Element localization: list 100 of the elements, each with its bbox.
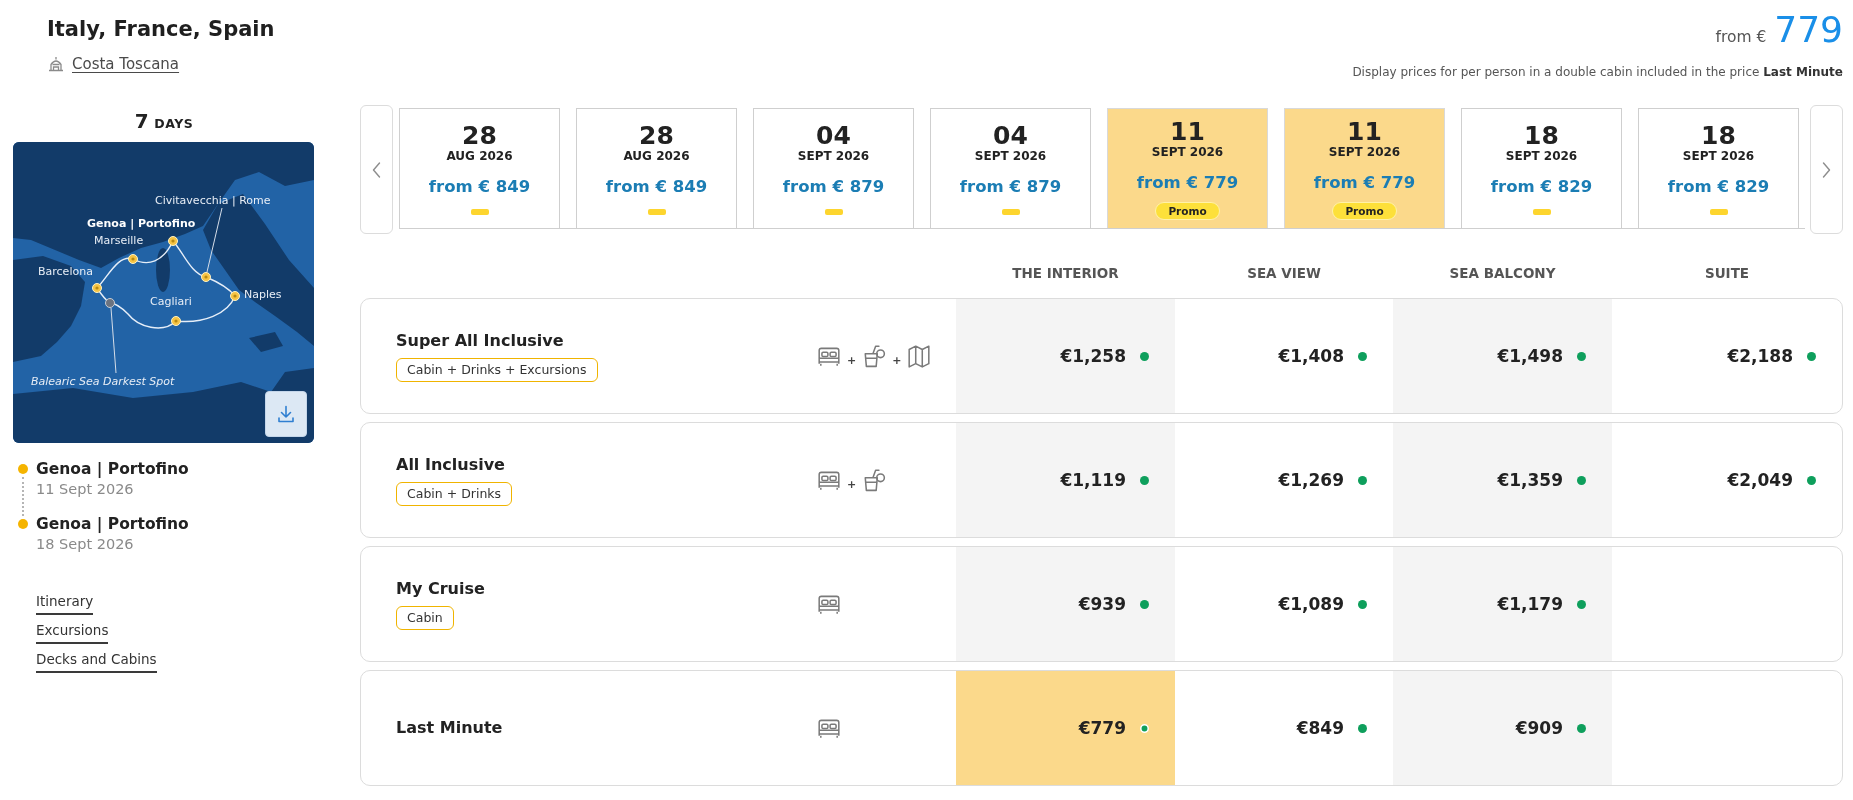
date-card[interactable]: 18 SEPT 2026 from € 829 <box>1461 108 1622 228</box>
stop-dot-icon <box>18 519 28 529</box>
date-card[interactable]: 28 AUG 2026 from € 849 <box>576 108 737 228</box>
inclusion-tag: Cabin <box>396 606 454 630</box>
plus-label: + <box>847 353 857 367</box>
promo-badge: Promo <box>1155 202 1220 220</box>
date-month: SEPT 2026 <box>974 149 1047 163</box>
price-cell[interactable]: €1,498 <box>1393 299 1612 413</box>
date-month: SEPT 2026 <box>797 149 870 163</box>
date-month: AUG 2026 <box>446 149 513 163</box>
date-month: AUG 2026 <box>623 149 690 163</box>
bed-icon <box>817 593 841 615</box>
date-day: 18 <box>1524 123 1559 149</box>
promo-badge: Promo <box>1332 202 1397 220</box>
date-price: from € 879 <box>959 177 1062 197</box>
ship-icon <box>48 56 64 72</box>
dash-icon <box>1001 209 1020 215</box>
bed-icon <box>817 345 841 367</box>
port-name: Genoa | Portofino <box>36 459 189 479</box>
column-header: SUITE <box>1704 265 1750 281</box>
map-label: Civitavecchia | Rome <box>155 194 271 207</box>
column-header: SEA VIEW <box>1247 265 1321 281</box>
price-cell[interactable]: €1,408 <box>1175 299 1393 413</box>
section-link[interactable]: Excursions <box>36 619 109 644</box>
leader-line <box>110 307 117 374</box>
inclusion-tag: Cabin + Drinks + Excursions <box>396 358 598 382</box>
date-day: 11 <box>1170 119 1205 145</box>
chevron-right-icon <box>1822 161 1831 178</box>
spot-marker-icon <box>105 298 115 308</box>
date-price: from € 779 <box>1313 173 1416 193</box>
ship-link[interactable]: Costa Toscana <box>72 55 180 73</box>
date-card[interactable]: 04 SEPT 2026 from € 879 <box>930 108 1091 228</box>
download-button[interactable] <box>265 391 307 437</box>
plus-label: + <box>892 353 902 367</box>
dash-icon <box>470 209 489 215</box>
date-card[interactable]: 28 AUG 2026 from € 849 <box>399 108 560 228</box>
date-day: 18 <box>1701 123 1736 149</box>
port-name: Genoa | Portofino <box>36 514 189 534</box>
dash-icon <box>824 209 843 215</box>
lowest-price: 779 <box>1774 10 1843 50</box>
price-cell[interactable]: €2,188 <box>1612 299 1842 413</box>
date-day: 04 <box>816 123 851 149</box>
map-label: Marseille <box>94 234 144 247</box>
date-price: from € 829 <box>1667 177 1770 197</box>
section-link[interactable]: Decks and Cabins <box>36 648 157 673</box>
port-marker-icon <box>128 254 138 264</box>
dash-icon <box>647 209 666 215</box>
price-cell[interactable]: €2,049 <box>1612 423 1842 537</box>
previous-button[interactable] <box>360 105 393 234</box>
price-note: Display prices for per person in a double cabin included in the price Last Minute <box>1352 64 1843 81</box>
fare-name: My Cruise <box>396 578 485 600</box>
date-card[interactable]: 18 SEPT 2026 from € 829 <box>1638 108 1799 228</box>
price-cell[interactable]: €1,179 <box>1393 547 1612 661</box>
bed-icon <box>817 469 841 491</box>
date-day: 28 <box>639 123 674 149</box>
chevron-left-icon <box>372 161 381 178</box>
price-cell[interactable]: €1,119 <box>956 423 1175 537</box>
price-cell[interactable]: €849 <box>1175 671 1393 785</box>
trip-title: Italy, France, Spain <box>47 16 275 43</box>
fare-name: All Inclusive <box>396 454 505 476</box>
date-price: from € 849 <box>428 177 531 197</box>
price-cell[interactable]: €1,258 <box>956 299 1175 413</box>
date-card[interactable]: 04 SEPT 2026 from € 879 <box>753 108 914 228</box>
map-icon <box>907 344 932 368</box>
from-label: from € <box>1715 28 1767 46</box>
date-month: SEPT 2026 <box>1328 145 1401 159</box>
stop-date: 18 Sept 2026 <box>36 535 134 554</box>
port-marker-icon <box>92 283 102 293</box>
date-month: SEPT 2026 <box>1682 149 1755 163</box>
date-day: 04 <box>993 123 1028 149</box>
price-cell[interactable]: €909 <box>1393 671 1612 785</box>
price-cell[interactable]: €1,269 <box>1175 423 1393 537</box>
inclusion-tag: Cabin + Drinks <box>396 482 513 506</box>
price-cell[interactable]: €939 <box>956 547 1175 661</box>
stop-dot-icon <box>18 464 28 474</box>
port-marker-icon <box>171 316 181 326</box>
drink-icon <box>862 468 887 492</box>
date-price: from € 829 <box>1490 177 1593 197</box>
stop-date: 11 Sept 2026 <box>36 480 134 499</box>
date-card[interactable]: 11 SEPT 2026 from € 779 Promo <box>1284 108 1445 228</box>
port-marker-icon <box>230 291 240 301</box>
date-month: SEPT 2026 <box>1151 145 1224 159</box>
map-label: Barcelona <box>38 265 93 278</box>
column-header: SEA BALCONY <box>1449 265 1556 281</box>
plus-label: + <box>847 477 857 491</box>
leader-line <box>206 207 223 273</box>
fare-name: Last Minute <box>396 717 503 739</box>
price-cell[interactable]: €1,359 <box>1393 423 1612 537</box>
port-marker-icon <box>201 272 211 282</box>
dash-icon <box>1709 209 1728 215</box>
price-cell[interactable]: €1,089 <box>1175 547 1393 661</box>
bed-icon <box>817 717 841 739</box>
section-link[interactable]: Itinerary <box>36 590 94 615</box>
date-card[interactable]: 11 SEPT 2026 from € 779 Promo <box>1107 108 1268 228</box>
price-cell[interactable]: €779 <box>956 671 1175 785</box>
date-day: 11 <box>1347 119 1382 145</box>
fare-name: Super All Inclusive <box>396 330 564 352</box>
date-price: from € 849 <box>605 177 708 197</box>
next-button[interactable] <box>1810 105 1843 234</box>
date-price: from € 879 <box>782 177 885 197</box>
